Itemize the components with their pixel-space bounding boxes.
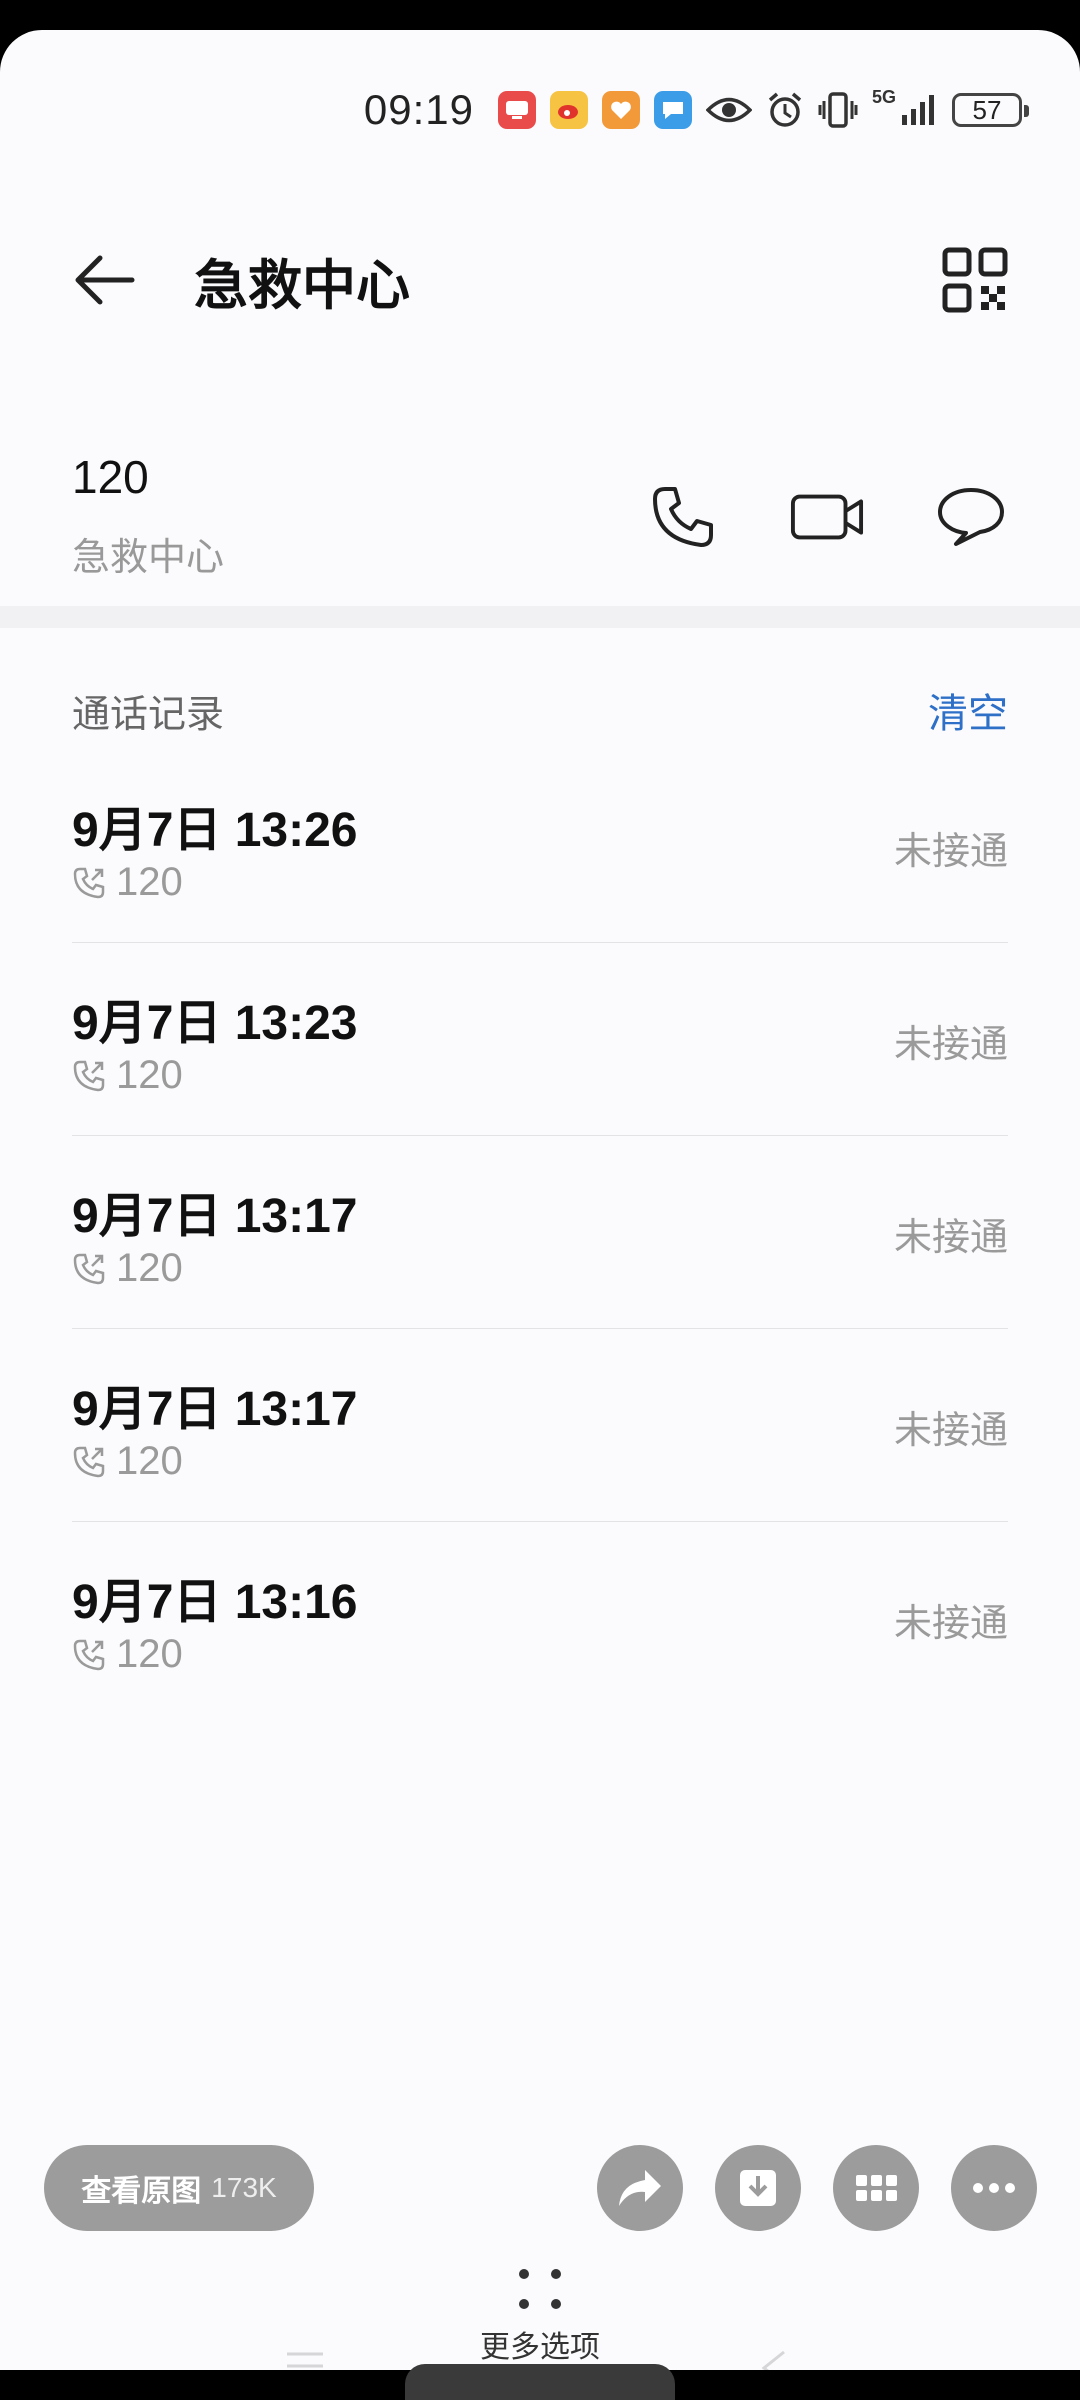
nav-back-icon[interactable]: [758, 2348, 788, 2370]
phone-screen: 09:19 5G 57 急救中心 120 急救中心 通话记录 清空 9月7日 1…: [0, 30, 1080, 2370]
download-icon: [740, 2170, 776, 2206]
call-log-row[interactable]: 9月7日 13:26 120 未接通: [72, 750, 1008, 943]
heart-app-icon: [602, 91, 640, 129]
signal-icon: 5G: [872, 87, 938, 129]
clear-button[interactable]: 清空: [928, 681, 1008, 739]
home-indicator[interactable]: [405, 2364, 675, 2400]
call-log-row[interactable]: 9月7日 13:17 120 未接通: [72, 1136, 1008, 1329]
call-number: 120: [116, 1439, 183, 1483]
grid-icon: [856, 2175, 897, 2201]
call-number: 120: [116, 1246, 183, 1290]
video-call-icon[interactable]: [790, 480, 864, 554]
view-original-label: 查看原图: [81, 2175, 202, 2208]
call-log-title: 通话记录: [72, 693, 225, 736]
back-arrow-icon[interactable]: [72, 245, 142, 315]
original-size: 173K: [211, 2172, 277, 2203]
outgoing-call-icon: [73, 1060, 105, 1091]
share-icon: [619, 2170, 661, 2206]
call-number: 120: [116, 1632, 183, 1676]
view-original-button[interactable]: 查看原图 173K: [44, 2145, 314, 2231]
more-button[interactable]: [951, 2145, 1037, 2231]
message-app-icon: [654, 91, 692, 129]
contact-name: 急救中心: [72, 537, 225, 579]
call-detail: 120: [72, 860, 183, 905]
call-log-row[interactable]: 9月7日 13:17 120 未接通: [72, 1329, 1008, 1522]
call-log-row[interactable]: 9月7日 13:23 120 未接通: [72, 943, 1008, 1136]
call-status: 未接通: [893, 1217, 1008, 1259]
more-icon: [973, 2183, 1015, 2193]
status-time: 09:19: [363, 86, 474, 133]
more-options-icon[interactable]: [512, 2262, 568, 2322]
video-app-icon: [498, 91, 536, 129]
call-detail: 120: [72, 1439, 183, 1484]
contact-card: 120 急救中心: [72, 440, 1008, 580]
call-status: 未接通: [893, 1024, 1008, 1066]
alarm-icon: [766, 91, 804, 129]
download-button[interactable]: [715, 2145, 801, 2231]
outgoing-call-icon: [73, 1639, 105, 1670]
status-bar: 09:19 5G 57: [363, 80, 1029, 140]
call-status: 未接通: [893, 1603, 1008, 1645]
call-number: 120: [116, 860, 183, 904]
battery-icon: 57: [952, 93, 1029, 127]
call-status: 未接通: [893, 1410, 1008, 1452]
vibrate-icon: [818, 91, 858, 129]
network-type: 5G: [872, 87, 897, 107]
app-header: 急救中心: [72, 240, 1008, 320]
call-status: 未接通: [893, 831, 1008, 873]
section-divider: [0, 606, 1080, 628]
outgoing-call-icon: [73, 867, 105, 898]
call-datetime: 9月7日 13:17: [72, 1190, 358, 1243]
outgoing-call-icon: [73, 1446, 105, 1477]
battery-level: 57: [972, 94, 1002, 125]
menu-icon[interactable]: [285, 2348, 325, 2370]
qr-code-icon[interactable]: [942, 247, 1008, 313]
call-log-row[interactable]: 9月7日 13:16 120 未接通: [72, 1522, 1008, 1714]
call-datetime: 9月7日 13:26: [72, 804, 358, 857]
call-datetime: 9月7日 13:16: [72, 1576, 358, 1629]
call-detail: 120: [72, 1053, 183, 1098]
call-number: 120: [116, 1053, 183, 1097]
call-datetime: 9月7日 13:17: [72, 1383, 358, 1436]
contact-number: 120: [72, 451, 149, 503]
weibo-icon: [550, 91, 588, 129]
grid-button[interactable]: [833, 2145, 919, 2231]
call-datetime: 9月7日 13:23: [72, 997, 358, 1050]
eye-icon: [706, 95, 752, 125]
message-icon[interactable]: [934, 480, 1008, 554]
outgoing-call-icon: [73, 1253, 105, 1284]
more-options-label[interactable]: 更多选项: [0, 2322, 1080, 2366]
call-detail: 120: [72, 1246, 183, 1291]
call-log-header: 通话记录 清空: [72, 680, 1008, 740]
share-button[interactable]: [597, 2145, 683, 2231]
phone-call-icon[interactable]: [646, 480, 720, 554]
contact-actions: [646, 480, 1008, 554]
call-detail: 120: [72, 1632, 183, 1677]
call-log-list: 9月7日 13:26 120 未接通 9月7日 13:23 120 未接通 9月…: [72, 750, 1008, 1714]
page-title: 急救中心: [194, 255, 410, 316]
